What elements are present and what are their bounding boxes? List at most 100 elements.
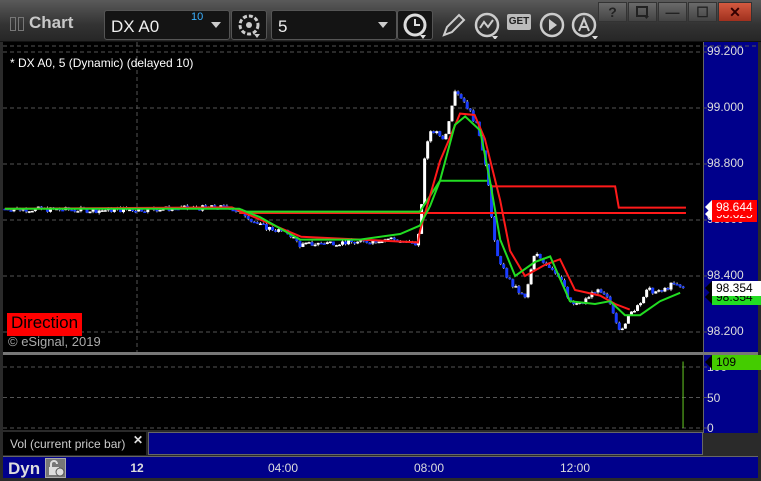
candle	[252, 221, 256, 224]
candle	[368, 242, 372, 245]
candle	[535, 253, 539, 256]
candle	[660, 290, 664, 292]
candle	[325, 242, 329, 245]
candle	[444, 133, 448, 140]
candle	[675, 284, 679, 286]
candle	[617, 322, 621, 330]
candle	[605, 293, 609, 297]
candle	[88, 211, 92, 214]
candle	[648, 287, 652, 290]
candle	[426, 141, 430, 159]
volume-tick-label: 50	[707, 390, 721, 405]
candle	[377, 241, 381, 244]
candle	[632, 310, 636, 313]
candle	[550, 267, 554, 270]
candle	[599, 289, 603, 293]
candle	[587, 297, 591, 299]
candle	[575, 303, 579, 305]
price-tick-label: 99.200	[707, 44, 744, 58]
candle	[462, 98, 466, 102]
candle	[128, 209, 132, 212]
candle	[413, 243, 417, 246]
candle	[249, 218, 253, 222]
candle	[468, 108, 472, 111]
price-tick-label: 99.000	[707, 100, 744, 114]
candle	[267, 227, 271, 230]
candle	[626, 315, 630, 324]
candle	[547, 264, 551, 268]
candle	[231, 209, 235, 212]
candle	[645, 289, 649, 297]
candle	[143, 211, 147, 213]
candle	[344, 241, 348, 245]
candle	[508, 277, 512, 280]
candle	[30, 210, 34, 213]
candle	[298, 240, 302, 247]
candle	[103, 210, 107, 212]
candle	[435, 131, 439, 134]
time-mode-label[interactable]: Dyn	[8, 459, 40, 479]
candle	[356, 241, 360, 244]
chart-svg	[3, 42, 758, 429]
candle	[76, 211, 80, 213]
candle	[9, 210, 13, 212]
candle	[392, 237, 396, 240]
time-tick-label: 08:00	[413, 461, 445, 475]
green-level-line	[239, 179, 488, 213]
candle	[155, 209, 159, 212]
candle	[651, 287, 655, 294]
candle	[514, 286, 518, 288]
candle	[523, 293, 527, 298]
candle	[353, 242, 357, 244]
volume-study-label: Vol (current price bar)	[3, 432, 146, 455]
candle	[669, 282, 673, 290]
candle	[322, 243, 326, 245]
close-study-icon[interactable]: ✕	[133, 433, 143, 447]
candle	[429, 131, 433, 142]
candle	[316, 242, 320, 245]
price-tick-label: 98.800	[707, 156, 744, 170]
candle	[61, 209, 65, 212]
candle	[271, 227, 275, 231]
chart-legend: * DX A0, 5 (Dynamic) (delayed 10)	[10, 56, 194, 70]
candle	[538, 253, 542, 259]
candle	[681, 286, 685, 289]
candle	[672, 282, 676, 285]
time-axis[interactable]: Dyn 12 04:00 08:00 12:00	[3, 456, 758, 478]
time-tick-label: 12:00	[559, 461, 591, 475]
candle	[654, 291, 658, 294]
time-tick-label: 04:00	[267, 461, 299, 475]
candle	[639, 303, 643, 306]
candle	[502, 264, 506, 269]
volume-study-bar	[148, 432, 703, 455]
candle	[134, 211, 138, 213]
volume-tick-label: 0	[707, 421, 714, 435]
candle	[331, 241, 335, 246]
candle	[264, 224, 268, 230]
candle	[459, 94, 463, 99]
candle	[596, 289, 600, 293]
last-price-tag: 98.354	[705, 280, 761, 296]
candle	[511, 279, 515, 287]
candle	[623, 323, 627, 329]
candle	[97, 210, 101, 213]
volume-last-tag: 109	[705, 355, 761, 370]
candle	[255, 222, 259, 224]
candle	[505, 268, 509, 278]
candle	[319, 242, 323, 245]
candle	[642, 296, 646, 304]
candle	[453, 91, 457, 106]
candle	[517, 286, 521, 293]
candle	[158, 210, 162, 212]
candle	[441, 135, 445, 140]
time-tick-label: 12	[130, 461, 144, 475]
green-moving-average	[4, 115, 681, 317]
candle	[614, 313, 618, 323]
candle	[365, 240, 369, 243]
candle	[261, 223, 265, 226]
candle	[620, 328, 624, 331]
candle	[313, 244, 317, 247]
lock-icon[interactable]	[45, 458, 66, 478]
red-level-line	[491, 185, 686, 209]
copyright: © eSignal, 2019	[8, 334, 101, 349]
